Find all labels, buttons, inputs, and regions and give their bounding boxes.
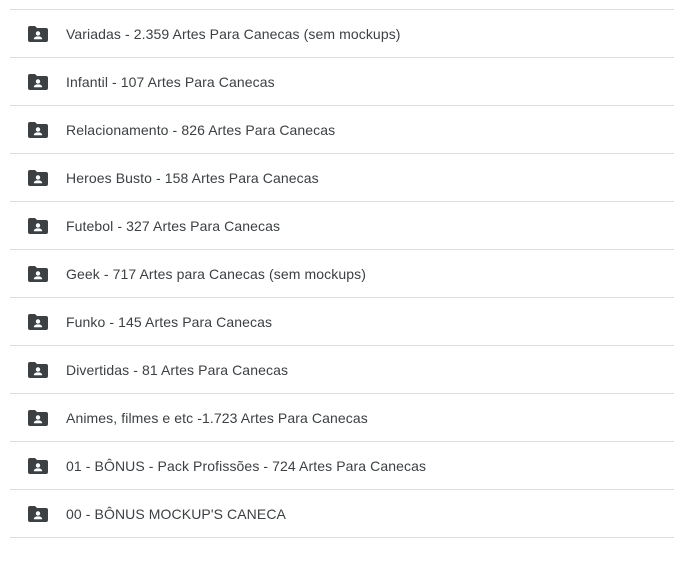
folder-row[interactable]: Heroes Busto - 158 Artes Para Canecas: [10, 154, 674, 202]
folder-name: Relacionamento - 826 Artes Para Canecas: [66, 121, 336, 138]
shared-folder-icon: [28, 121, 48, 138]
shared-folder-icon: [28, 265, 48, 282]
shared-folder-icon: [28, 25, 48, 42]
folder-row[interactable]: Funko - 145 Artes Para Canecas: [10, 298, 674, 346]
folder-row[interactable]: Animes, filmes e etc -1.723 Artes Para C…: [10, 394, 674, 442]
shared-folder-icon: [28, 361, 48, 378]
folder-row[interactable]: Divertidas - 81 Artes Para Canecas: [10, 346, 674, 394]
folder-name: Variadas - 2.359 Artes Para Canecas (sem…: [66, 25, 401, 42]
folder-row[interactable]: 00 - BÔNUS MOCKUP'S CANECA: [10, 490, 674, 538]
folder-name: 01 - BÔNUS - Pack Profissões - 724 Artes…: [66, 457, 427, 474]
folder-name: Infantil - 107 Artes Para Canecas: [66, 73, 275, 90]
shared-folder-icon: [28, 313, 48, 330]
folder-list: Variadas - 2.359 Artes Para Canecas (sem…: [10, 9, 674, 538]
shared-folder-icon: [28, 505, 48, 522]
shared-folder-icon: [28, 457, 48, 474]
folder-name: Funko - 145 Artes Para Canecas: [66, 313, 273, 330]
folder-row[interactable]: Geek - 717 Artes para Canecas (sem mocku…: [10, 250, 674, 298]
folder-row[interactable]: Relacionamento - 826 Artes Para Canecas: [10, 106, 674, 154]
folder-row[interactable]: 01 - BÔNUS - Pack Profissões - 724 Artes…: [10, 442, 674, 490]
shared-folder-icon: [28, 409, 48, 426]
shared-folder-icon: [28, 217, 48, 234]
folder-name: Divertidas - 81 Artes Para Canecas: [66, 361, 289, 378]
folder-name: Geek - 717 Artes para Canecas (sem mocku…: [66, 265, 366, 282]
folder-row[interactable]: Futebol - 327 Artes Para Canecas: [10, 202, 674, 250]
shared-folder-icon: [28, 169, 48, 186]
folder-name: 00 - BÔNUS MOCKUP'S CANECA: [66, 505, 286, 522]
folder-name: Heroes Busto - 158 Artes Para Canecas: [66, 169, 319, 186]
folder-row[interactable]: Variadas - 2.359 Artes Para Canecas (sem…: [10, 10, 674, 58]
folder-name: Animes, filmes e etc -1.723 Artes Para C…: [66, 409, 368, 426]
folder-name: Futebol - 327 Artes Para Canecas: [66, 217, 281, 234]
folder-row[interactable]: Infantil - 107 Artes Para Canecas: [10, 58, 674, 106]
shared-folder-icon: [28, 73, 48, 90]
